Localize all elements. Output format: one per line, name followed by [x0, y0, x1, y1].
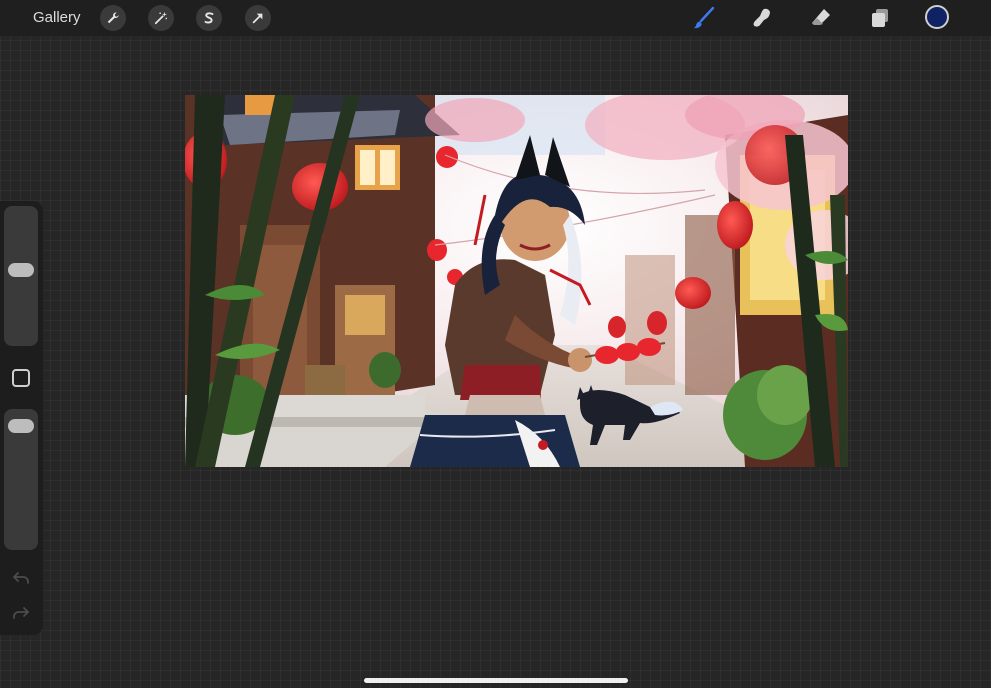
layers-icon [872, 9, 888, 27]
gallery-button[interactable]: Gallery [33, 9, 81, 27]
brush-button[interactable] [691, 5, 717, 31]
brush-size-handle[interactable] [8, 263, 34, 278]
smudge-icon [753, 8, 770, 27]
brush-icon [694, 6, 715, 29]
eraser-button[interactable] [808, 5, 834, 31]
top-toolbar: Gallery [0, 0, 991, 36]
redo-arrow-icon [13, 607, 29, 619]
color-picker-swatch[interactable] [925, 5, 949, 29]
brush-size-slider[interactable] [4, 206, 38, 346]
procreate-app: Gallery [0, 0, 991, 688]
undo-arrow-icon [13, 572, 29, 584]
arrow-cursor-icon [252, 13, 263, 24]
eraser-icon [812, 9, 830, 25]
magic-wand-icon [154, 11, 168, 25]
redo-button[interactable] [10, 605, 32, 621]
opacity-slider[interactable] [4, 409, 38, 550]
adjustments-button[interactable] [148, 5, 174, 31]
home-indicator[interactable] [364, 678, 628, 683]
selection-button[interactable] [196, 5, 222, 31]
actions-button[interactable] [100, 5, 126, 31]
artwork-illustration [185, 95, 848, 467]
drawing-canvas[interactable] [185, 95, 848, 467]
layers-button[interactable] [867, 5, 893, 31]
left-sidebar [0, 201, 43, 635]
selection-s-icon [204, 12, 214, 24]
opacity-handle[interactable] [8, 418, 34, 433]
transform-button[interactable] [245, 5, 271, 31]
smudge-button[interactable] [749, 5, 775, 31]
undo-button[interactable] [10, 570, 32, 586]
modify-button[interactable] [12, 369, 30, 387]
wrench-icon [107, 12, 119, 24]
